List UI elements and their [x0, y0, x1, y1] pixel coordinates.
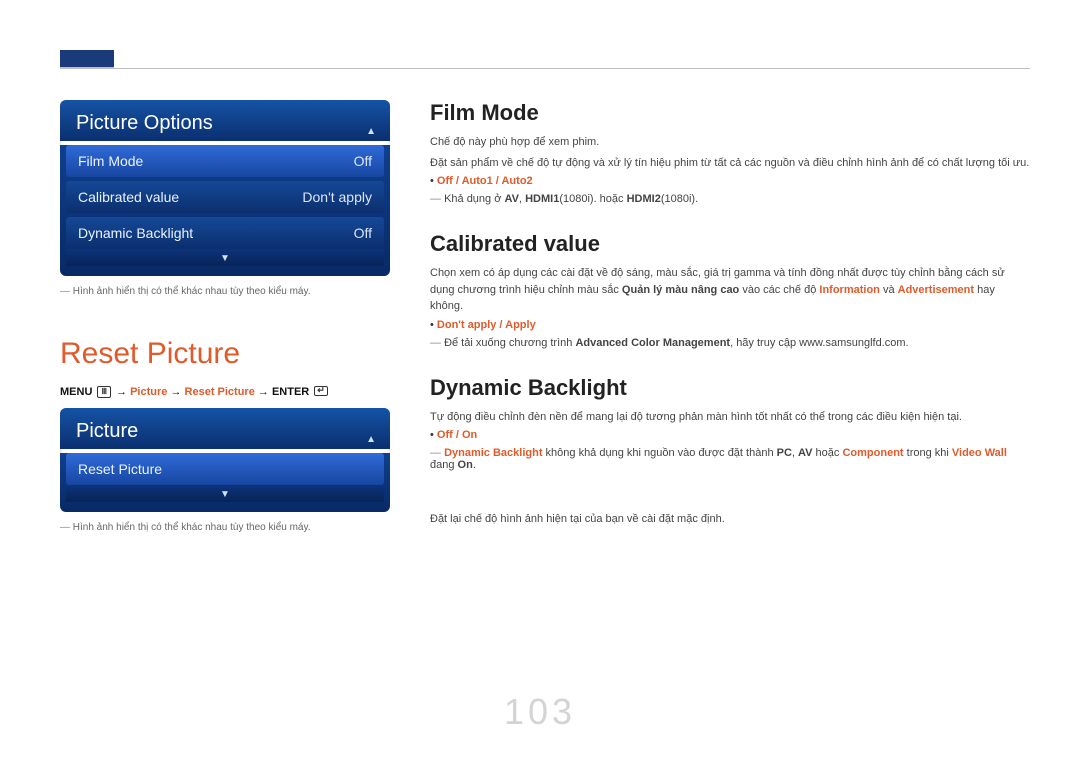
arrow-icon: →: [170, 386, 184, 398]
arrow-icon: →: [258, 386, 272, 398]
osd-title-picture: Picture ▲: [60, 408, 390, 449]
osd-row-value: Don't apply: [302, 189, 372, 205]
dynamic-note: Dynamic Backlight không khả dụng khi ngu…: [430, 447, 1030, 471]
menu-kw: MENU: [60, 386, 92, 398]
enter-kw: ENTER: [272, 386, 309, 398]
heading-dynamic-backlight: Dynamic Backlight: [430, 375, 1030, 401]
heading-reset-picture: Reset Picture: [60, 337, 390, 371]
osd-row-dynamic-backlight[interactable]: Dynamic Backlight Off: [66, 217, 384, 249]
osd-picture: Picture ▲ Reset Picture ▼: [60, 408, 390, 512]
osd-picture-options: Picture Options ▲ Film Mode Off Calibrat…: [60, 100, 390, 276]
osd-row-calibrated-value[interactable]: Calibrated value Don't apply: [66, 181, 384, 213]
film-mode-desc-1: Chế độ này phù hợp để xem phim.: [430, 134, 1030, 151]
heading-calibrated-value: Calibrated value: [430, 231, 1030, 257]
section-reset-picture-desc: Đặt lại chế độ hình ảnh hiện tại của bạn…: [430, 511, 1030, 528]
chevron-up-icon: ▲: [366, 126, 376, 137]
osd-row-value: Off: [354, 153, 372, 169]
chevron-up-icon: ▲: [366, 434, 376, 445]
chevron-down-icon: ▼: [66, 249, 384, 266]
osd-row-film-mode[interactable]: Film Mode Off: [66, 145, 384, 177]
page-number: 103: [0, 691, 1080, 733]
osd-row-label: Film Mode: [78, 153, 143, 169]
osd-row-label: Reset Picture: [78, 461, 162, 477]
osd-row-value: Off: [354, 225, 372, 241]
section-calibrated-value: Calibrated value Chọn xem có áp dụng các…: [430, 231, 1030, 349]
osd-title-picture-options: Picture Options ▲: [60, 100, 390, 141]
enter-icon: [314, 386, 328, 396]
osd-row-label: Dynamic Backlight: [78, 225, 193, 241]
calibrated-desc: Chọn xem có áp dụng các cài đặt về độ sá…: [430, 265, 1030, 315]
osd-row-label: Calibrated value: [78, 189, 179, 205]
path-reset-picture: Reset Picture: [185, 386, 255, 398]
chevron-down-icon: ▼: [66, 485, 384, 502]
dynamic-desc: Tự động điều chỉnh đèn nền để mang lại đ…: [430, 409, 1030, 426]
dynamic-options: Off / On: [430, 429, 1030, 441]
header-rule: [60, 68, 1030, 69]
film-mode-desc-2: Đặt sản phẩm về chế độ tự động và xử lý …: [430, 155, 1030, 172]
footnote-image-vary-2: Hình ảnh hiển thị có thể khác nhau tùy t…: [60, 522, 390, 533]
path-picture: Picture: [130, 386, 167, 398]
footnote-image-vary-1: Hình ảnh hiển thị có thể khác nhau tùy t…: [60, 286, 390, 297]
heading-film-mode: Film Mode: [430, 100, 1030, 126]
film-mode-note: Khả dụng ở AV, HDMI1(1080i). hoặc HDMI2(…: [430, 193, 1030, 205]
osd-row-reset-picture[interactable]: Reset Picture: [66, 453, 384, 485]
calibrated-note: Để tải xuống chương trình Advanced Color…: [430, 337, 1030, 349]
reset-picture-desc: Đặt lại chế độ hình ảnh hiện tại của bạn…: [430, 511, 1030, 528]
osd-title-text: Picture Options: [76, 112, 213, 134]
header-accent-bar: [60, 50, 114, 68]
calibrated-options: Don't apply / Apply: [430, 319, 1030, 331]
section-film-mode: Film Mode Chế độ này phù hợp để xem phim…: [430, 100, 1030, 205]
arrow-icon: →: [116, 386, 130, 398]
osd-title-text: Picture: [76, 420, 138, 442]
section-dynamic-backlight: Dynamic Backlight Tự động điều chỉnh đèn…: [430, 375, 1030, 472]
menu-navigation-path: MENU Ⅲ → Picture → Reset Picture → ENTER: [60, 385, 390, 398]
menu-icon: Ⅲ: [97, 386, 111, 398]
film-mode-options: Off / Auto1 / Auto2: [430, 175, 1030, 187]
